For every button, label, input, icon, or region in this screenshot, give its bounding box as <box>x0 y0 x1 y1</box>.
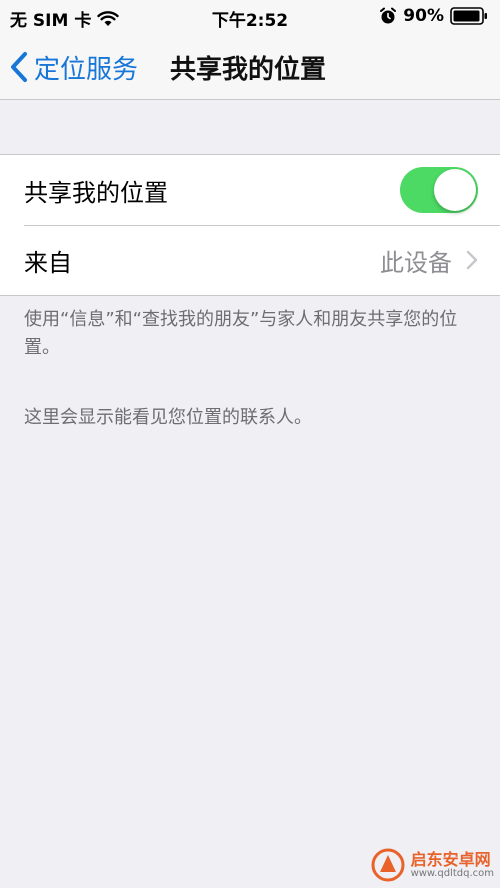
from-value: 此设备 <box>380 248 452 277</box>
share-location-toggle[interactable] <box>400 167 478 213</box>
page-title: 共享我的位置 <box>170 54 327 85</box>
status-right: 90% <box>379 6 488 26</box>
watermark-text: 启东安卓网 www.qdltdq.com <box>411 851 494 880</box>
share-location-cell: 共享我的位置 <box>0 155 500 225</box>
from-label: 来自 <box>24 248 72 277</box>
watermark-logo-icon <box>371 848 405 882</box>
from-device-cell[interactable]: 来自 此设备 <box>0 225 500 295</box>
share-location-footer: 使用“信息”和“查找我的朋友”与家人和朋友共享您的位置。 <box>24 309 458 358</box>
status-bar: 无 SIM 卡 下午2:52 90% <box>0 0 500 34</box>
back-button[interactable]: 定位服务 <box>10 34 138 100</box>
navigation-bar: 定位服务 共享我的位置 <box>0 34 500 100</box>
battery-percent: 90% <box>403 6 444 26</box>
contacts-note: 这里会显示能看见您位置的联系人。 <box>24 407 312 428</box>
watermark: 启东安卓网 www.qdltdq.com <box>371 848 494 882</box>
chevron-right-icon <box>466 250 478 270</box>
battery-icon <box>450 7 487 25</box>
alarm-icon <box>380 7 397 24</box>
toggle-knob <box>434 169 476 211</box>
share-location-label: 共享我的位置 <box>24 178 168 207</box>
chevron-left-icon <box>11 52 27 82</box>
settings-group: 共享我的位置 来自 此设备 <box>0 154 500 296</box>
back-button-label: 定位服务 <box>34 54 139 85</box>
watermark-url: www.qdltdq.com <box>410 868 494 880</box>
watermark-title: 启东安卓网 <box>410 849 491 869</box>
